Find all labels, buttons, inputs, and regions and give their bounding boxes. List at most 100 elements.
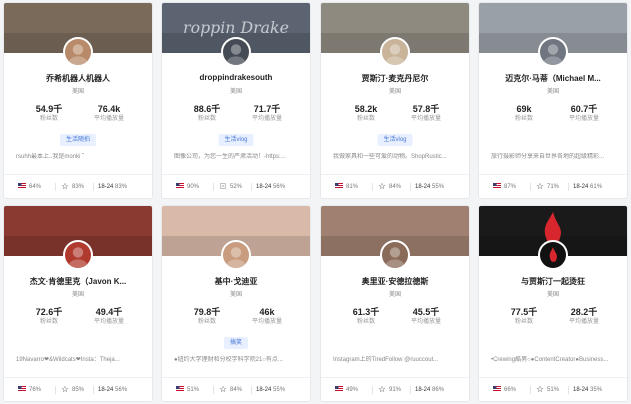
avatar[interactable] [221, 240, 251, 270]
age-group-pct: 56% [273, 184, 286, 190]
followers-label: 粉丝数 [197, 116, 216, 122]
country-label: 美国 [71, 89, 84, 95]
influencer-card[interactable]: 贾斯汀·麦克丹尼尔 美国 58.2k 粉丝数 57.8千 平均播放量 生活vlog 我做家具和… [320, 2, 470, 199]
influencer-card[interactable]: roppin Drake droppindrakesouth 美国 88.6千 粉丝数 7… [161, 2, 311, 199]
us-flag-icon [176, 386, 184, 393]
audience-quality-pct: 84% [389, 184, 402, 190]
audience-quality: 84% [378, 179, 401, 195]
star-icon [378, 183, 386, 190]
avg-views-count: 45.5千 [412, 307, 440, 317]
star-icon [219, 386, 227, 393]
audience-footer: 90% 52% 18-24 56% [162, 179, 310, 195]
followers-stat: 88.6千 粉丝数 [177, 104, 237, 124]
influencer-card[interactable]: 基中·戈迪亚 美国 79.8千 粉丝数 46k 平均播放量 搞笑 ●纽约大学理财和分校学科学院… [161, 205, 311, 402]
avg-views-count: 76.4k [97, 104, 121, 114]
category-tag[interactable]: 生活随拍 [59, 134, 97, 146]
audience-country: 90% [176, 179, 199, 195]
divider [479, 377, 627, 378]
age-group: 18-24 [573, 184, 589, 190]
influencer-card[interactable]: 与贾斯汀一起烫狂 美国 77.5千 粉丝数 28.2千 平均播放量 •Crewing酷男○●… [478, 205, 628, 402]
avg-views-stat: 76.4k 平均播放量 [79, 104, 139, 124]
avg-views-stat: 57.8千 平均播放量 [396, 104, 456, 124]
audience-footer: 76% 85% 18-24 56% [4, 382, 152, 398]
avg-views-label: 平均播放量 [410, 116, 441, 122]
audience-age: 18-24 35% [573, 382, 602, 398]
audience-country-pct: 49% [346, 387, 359, 393]
age-group: 18-24 [415, 184, 431, 190]
audience-quality-pct: 71% [547, 184, 560, 190]
bio-text: ●纽约大学理财和分校学科学院21○有点... [174, 357, 283, 363]
divider [55, 183, 56, 191]
age-group: 18-24 [573, 387, 589, 393]
influencer-name[interactable]: 乔希机器人机器人 [10, 73, 146, 84]
influencer-card[interactable]: 杰文·肯德里克（Javon K... 美国 72.6千 粉丝数 49.4千 平均播放量 19… [3, 205, 153, 402]
divider [213, 183, 214, 191]
audience-quality: 71% [536, 179, 559, 195]
influencer-name[interactable]: 贾斯汀·麦克丹尼尔 [327, 73, 463, 84]
followers-label: 粉丝数 [197, 319, 216, 325]
country-label: 美国 [546, 89, 559, 95]
audience-country-pct: 87% [504, 184, 517, 190]
avg-views-stat: 71.7千 平均播放量 [237, 104, 297, 124]
stats-row: 69k 粉丝数 60.7千 平均播放量 [479, 104, 627, 128]
audience-quality-pct: 91% [389, 387, 402, 393]
followers-stat: 69k 粉丝数 [494, 104, 554, 124]
age-group-pct: 55% [432, 184, 445, 190]
audience-footer: 51% 84% 18-24 55% [162, 382, 310, 398]
avg-views-label: 平均播放量 [251, 319, 282, 325]
age-group-pct: 86% [432, 387, 445, 393]
star-icon [61, 386, 69, 393]
age-group: 18-24 [98, 387, 114, 393]
age-group: 18-24 [256, 184, 272, 190]
followers-count: 77.5千 [510, 307, 538, 317]
audience-country-pct: 51% [187, 387, 200, 393]
influencer-name[interactable]: 与贾斯汀一起烫狂 [485, 276, 621, 287]
avg-views-label: 平均播放量 [93, 319, 124, 325]
influencer-name[interactable]: 基中·戈迪亚 [168, 276, 304, 287]
category-tag[interactable]: 搞笑 [223, 337, 249, 349]
audience-quality: 83% [61, 179, 84, 195]
avatar[interactable] [380, 240, 410, 270]
audience-quality-pct: 85% [72, 387, 85, 393]
category-tag[interactable]: 生活vlog [218, 134, 254, 146]
audience-age: 18-24 56% [98, 382, 127, 398]
audience-country: 66% [493, 382, 516, 398]
avatar[interactable] [221, 37, 251, 67]
divider [568, 183, 569, 191]
influencer-name[interactable]: droppindrakesouth [168, 73, 304, 82]
category-tag[interactable]: 生活vlog [377, 134, 413, 146]
star-icon [536, 386, 544, 393]
audience-country: 64% [18, 179, 41, 195]
followers-stat: 54.9千 粉丝数 [19, 104, 79, 124]
divider [162, 174, 310, 175]
age-group-pct: 35% [590, 387, 603, 393]
avatar[interactable] [63, 240, 93, 270]
influencer-card[interactable]: 迈克尔·马蒂（Michael M... 美国 69k 粉丝数 60.7千 平均播放量 旅行摄… [478, 2, 628, 199]
followers-label: 粉丝数 [356, 319, 375, 325]
avg-views-stat: 28.2千 平均播放量 [554, 307, 614, 327]
followers-label: 粉丝数 [356, 116, 375, 122]
avg-views-stat: 46k 平均播放量 [237, 307, 297, 327]
avatar[interactable] [380, 37, 410, 67]
influencer-card[interactable]: 乔希机器人机器人 美国 54.9千 粉丝数 76.4k 平均播放量 生活随拍 rsuhh最本上… [3, 2, 153, 199]
avatar[interactable] [538, 37, 568, 67]
influencer-name[interactable]: 奥里亚·安德拉德斯 [327, 276, 463, 287]
influencer-card[interactable]: 奥里亚·安德拉德斯 美国 61.3千 粉丝数 45.5千 平均播放量 Instagram上的… [320, 205, 470, 402]
audience-country-pct: 66% [504, 387, 517, 393]
influencer-name[interactable]: 杰文·肯德里克（Javon K... [10, 276, 146, 287]
divider [530, 183, 531, 191]
bio-text: 图像公司，为您一生的严肃活动！-https:... [174, 154, 286, 160]
stats-row: 61.3千 粉丝数 45.5千 平均播放量 [321, 307, 469, 331]
followers-label: 粉丝数 [514, 319, 533, 325]
us-flag-icon [176, 183, 184, 190]
age-group-pct: 61% [590, 184, 603, 190]
avatar[interactable] [63, 37, 93, 67]
divider [321, 174, 469, 175]
divider [162, 377, 310, 378]
country-label: 美国 [388, 89, 401, 95]
audience-age: 18-24 55% [415, 179, 444, 195]
avatar[interactable] [538, 240, 568, 270]
avg-views-label: 平均播放量 [568, 319, 599, 325]
avg-views-count: 49.4千 [95, 307, 123, 317]
influencer-name[interactable]: 迈克尔·马蒂（Michael M... [485, 73, 621, 84]
